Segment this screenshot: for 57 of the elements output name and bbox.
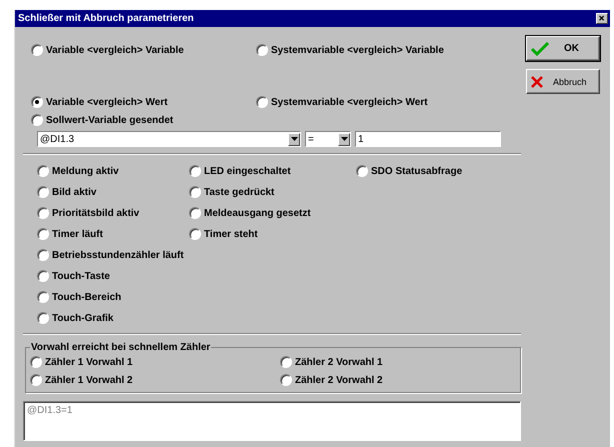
radio-button[interactable] (31, 114, 43, 126)
expression-field[interactable]: @DI1.3=1 (23, 401, 521, 441)
value-field[interactable]: 1 (355, 131, 501, 147)
radio-label: LED eingeschaltet (204, 166, 291, 176)
group-title: Vorwahl erreicht bei schnellem Zähler (30, 342, 212, 353)
variable-dropdown[interactable]: @DI1.3 (37, 131, 301, 147)
cancel-button[interactable]: Abbruch (526, 69, 600, 94)
radio-label: Touch-Taste (52, 270, 110, 282)
radio-label: Betriebsstundenzähler läuft (52, 250, 184, 260)
radio-label: Meldeausgang gesetzt (204, 208, 311, 218)
radio-label: Timer steht (204, 228, 258, 240)
check-icon (531, 42, 549, 56)
radio-label: Sollwert-Variable gesendet (46, 114, 174, 126)
radio-button[interactable] (37, 165, 49, 177)
radio-label: Zähler 1 Vorwahl 1 (45, 356, 133, 368)
cross-icon (531, 76, 543, 88)
dropdown-arrow-icon (290, 137, 298, 141)
radio-label: Prioritätsbild aktiv (52, 208, 140, 218)
radio-label: Variable <vergleich> Variable (46, 44, 184, 56)
radio-label: Systemvariable <vergleich> Variable (271, 44, 444, 56)
radio-button[interactable] (37, 270, 49, 282)
radio-label: Systemvariable <vergleich> Wert (271, 96, 428, 108)
radio-button[interactable] (37, 207, 49, 219)
window-title: Schließer mit Abbruch parametrieren (18, 13, 194, 24)
radio-label: Variable <vergleich> Wert (46, 96, 168, 108)
radio-label: Meldung aktiv (52, 166, 119, 176)
radio-button[interactable] (189, 186, 201, 198)
radio-button[interactable] (37, 186, 49, 198)
radio-button[interactable] (256, 96, 268, 108)
radio-label: Zähler 1 Vorwahl 2 (45, 374, 133, 386)
radio-label: Zähler 2 Vorwahl 2 (295, 374, 383, 386)
radio-button[interactable] (189, 165, 201, 177)
radio-button[interactable] (256, 44, 268, 56)
radio-button[interactable] (189, 228, 201, 240)
radio-button[interactable] (280, 374, 292, 386)
radio-button[interactable] (37, 228, 49, 240)
radio-label: Taste gedrückt (204, 186, 274, 198)
radio-button[interactable] (31, 96, 43, 108)
radio-label: Touch-Bereich (52, 292, 122, 302)
radio-button[interactable] (37, 312, 49, 324)
radio-label: Zähler 2 Vorwahl 1 (295, 356, 383, 368)
radio-button[interactable] (356, 165, 368, 177)
radio-button[interactable] (189, 207, 201, 219)
radio-label: SDO Statusabfrage (371, 166, 462, 176)
radio-button[interactable] (30, 374, 42, 386)
radio-label: Touch-Grafik (52, 312, 114, 324)
radio-button[interactable] (37, 249, 49, 261)
radio-button[interactable] (31, 44, 43, 56)
radio-label: Timer läuft (52, 228, 103, 240)
radio-button[interactable] (280, 356, 292, 368)
operator-dropdown[interactable]: = (305, 131, 351, 147)
dropdown-arrow-icon (340, 137, 348, 141)
radio-button[interactable] (37, 291, 49, 303)
radio-label: Bild aktiv (52, 186, 96, 198)
radio-button[interactable] (30, 356, 42, 368)
ok-button[interactable]: OK (526, 36, 600, 61)
close-icon[interactable] (596, 13, 608, 24)
